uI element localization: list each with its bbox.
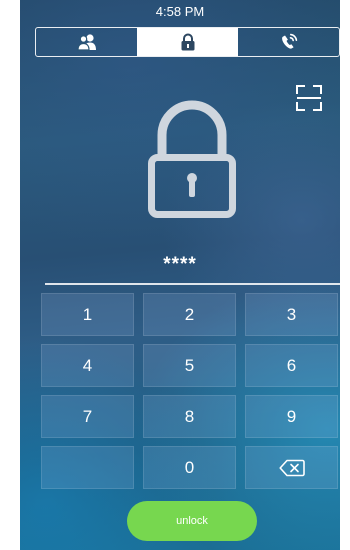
key-0[interactable]: 0 (143, 446, 236, 489)
key-7[interactable]: 7 (41, 395, 134, 438)
unlock-button[interactable]: unlock (127, 501, 257, 541)
key-6[interactable]: 6 (245, 344, 338, 387)
contacts-icon (76, 34, 96, 51)
key-2[interactable]: 2 (143, 293, 236, 336)
keypad: 1 2 3 4 5 6 7 8 9 0 (41, 293, 338, 489)
key-5[interactable]: 5 (143, 344, 236, 387)
key-blank[interactable] (41, 446, 134, 489)
tab-call[interactable] (238, 28, 339, 56)
intercom-screen: 4:58 PM **** 1 2 3 4 5 6 7 8 9 0 unlock (20, 0, 340, 550)
key-8[interactable]: 8 (143, 395, 236, 438)
backspace-icon (278, 459, 305, 476)
password-underline (45, 283, 340, 285)
key-3[interactable]: 3 (245, 293, 338, 336)
password-display: **** (163, 254, 197, 275)
key-9[interactable]: 9 (245, 395, 338, 438)
tab-contacts[interactable] (36, 28, 137, 56)
tab-bar (35, 27, 340, 57)
padlock-icon (148, 100, 236, 218)
lock-icon (181, 33, 194, 51)
tab-unlock[interactable] (137, 28, 238, 56)
key-backspace[interactable] (245, 446, 338, 489)
qr-scan-icon[interactable] (294, 83, 324, 113)
phone-call-icon (281, 33, 297, 49)
status-time: 4:58 PM (155, 4, 205, 19)
key-4[interactable]: 4 (41, 344, 134, 387)
key-1[interactable]: 1 (41, 293, 134, 336)
